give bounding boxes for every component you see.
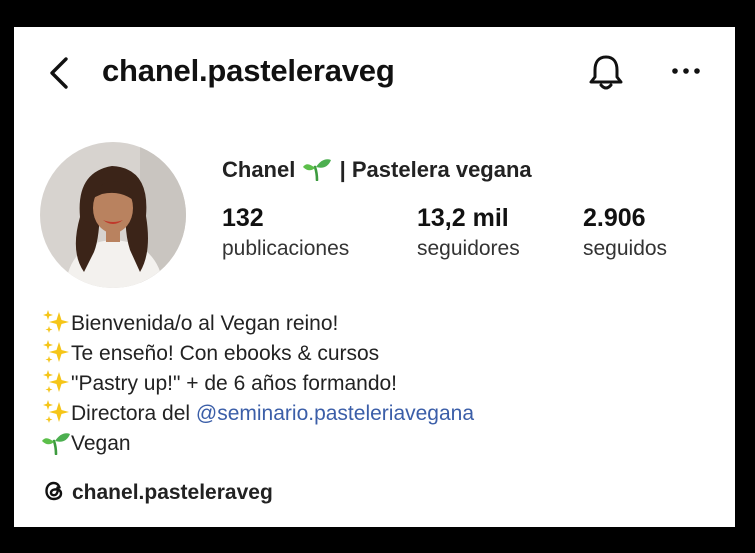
followers-label: seguidores xyxy=(417,237,520,260)
sprout-icon xyxy=(303,157,332,182)
header-username: chanel.pasteleraveg xyxy=(102,53,395,88)
stat-posts[interactable]: 132 publicaciones xyxy=(222,201,349,263)
more-horizontal-icon xyxy=(672,68,700,74)
posts-count: 132 xyxy=(222,204,264,232)
sparkles-icon xyxy=(42,309,70,335)
bio-line-3: "Pastry up!" + de 6 años formando! xyxy=(71,372,398,395)
back-button[interactable] xyxy=(46,55,76,91)
threads-link[interactable]: chanel.pasteleraveg xyxy=(42,479,273,505)
sparkles-icon xyxy=(42,369,70,395)
bio-line: Te enseño! Con ebooks & cursos xyxy=(42,339,474,369)
bio-line: "Pastry up!" + de 6 años formando! xyxy=(42,369,474,399)
profile-header: chanel.pasteleraveg xyxy=(14,27,735,119)
stat-followers[interactable]: 13,2 mil seguidores xyxy=(417,201,520,263)
sparkles-icon xyxy=(42,339,70,365)
threads-icon xyxy=(42,479,66,503)
display-name-rest: | Pastelera vegana xyxy=(339,157,532,182)
bio-line-2: Te enseño! Con ebooks & cursos xyxy=(71,342,380,365)
bio-line-4-prefix: Directora del xyxy=(71,402,196,425)
profile-avatar[interactable] xyxy=(40,142,186,288)
threads-handle: chanel.pasteleraveg xyxy=(72,481,273,504)
mention-link[interactable]: @seminario.pasteleriavegana xyxy=(196,402,474,425)
more-options-button[interactable] xyxy=(670,63,702,79)
bio-line-1: Bienvenida/o al Vegan reino! xyxy=(71,312,339,335)
display-name-first: Chanel xyxy=(222,157,296,182)
sprout-icon xyxy=(42,429,70,456)
profile-bio: Bienvenida/o al Vegan reino! Te enseño! … xyxy=(42,309,474,459)
following-label: seguidos xyxy=(583,237,668,260)
bio-line: Directora del @seminario.pasteleriavegan… xyxy=(42,399,474,429)
bio-line-5: Vegan xyxy=(71,432,131,455)
profile-panel: chanel.pasteleraveg Chanel | Pastelera v… xyxy=(14,27,735,527)
profile-photo xyxy=(40,142,186,288)
bio-line: Bienvenida/o al Vegan reino! xyxy=(42,309,474,339)
stat-following[interactable]: 2.906 seguidos xyxy=(583,201,667,263)
followers-count: 13,2 mil xyxy=(417,204,509,232)
profile-display-name: Chanel | Pastelera vegana xyxy=(222,157,532,183)
sparkles-icon xyxy=(42,399,70,425)
posts-label: publicaciones xyxy=(222,237,350,260)
following-count: 2.906 xyxy=(583,204,646,232)
notifications-button[interactable] xyxy=(586,51,626,93)
bell-icon xyxy=(589,55,623,90)
chevron-left-icon xyxy=(50,57,68,89)
bio-line: Vegan xyxy=(42,429,474,459)
